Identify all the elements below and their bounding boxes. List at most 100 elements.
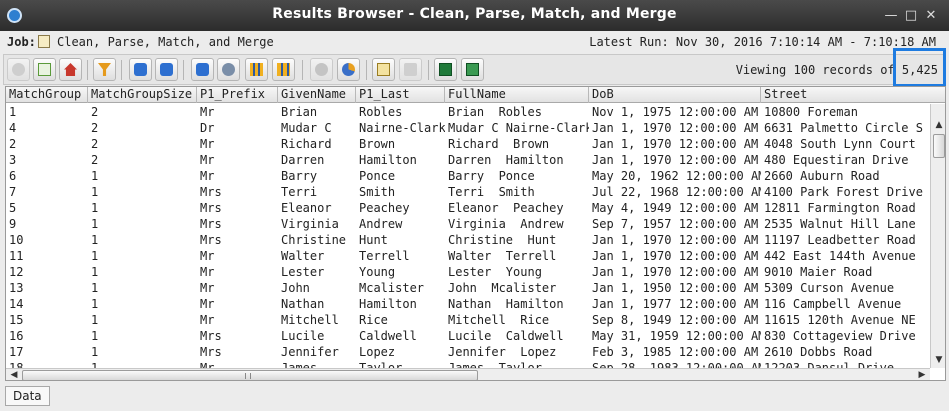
column-header[interactable]: P1_Last [356,87,445,103]
table-cell: John [281,281,310,295]
table-row[interactable]: 7 1 Mrs Terri Smith Terri Smith Jul 22, 1968 1… [6,184,930,200]
database-info-icon[interactable] [191,58,214,81]
table-row[interactable]: 4 2 Dr Mudar C Nairne-Clark Mudar C Nairne-Cl… [6,120,930,136]
table-cell: Brian [281,105,318,119]
table-cell: May 20, 1962 12:00:00 AM [592,169,761,183]
add-database-icon[interactable] [129,58,152,81]
notes-icon[interactable] [372,58,395,81]
table-cell: Smith [359,185,396,199]
table-cell: Terrell [359,249,410,263]
export-database-icon[interactable] [155,58,178,81]
table-cell: Mr [200,105,215,119]
table-row[interactable]: 9 1 Mrs Virginia Andrew Virginia Andrew Sep 7,… [6,216,930,232]
table-cell: Young [359,265,396,279]
table-cell: 1 [91,313,99,327]
column-header[interactable]: MatchGroup [6,87,88,103]
column-header[interactable]: P1_Prefix [197,87,278,103]
table-cell: Mrs [200,217,222,231]
table-row[interactable]: 14 1 Mr Nathan Hamilton Nathan Hamilton Jan 1,… [6,296,930,312]
back-icon[interactable] [7,58,30,81]
table-cell: May 4, 1949 12:00:00 AM [592,201,759,215]
table-cell: Nairne-Clark [359,121,445,135]
table-row[interactable]: 3 2 Mr Darren Hamilton Darren Hamilton Jan 1, … [6,152,930,168]
table-cell: 1 [91,345,99,359]
table-row[interactable]: 18 1 Mr James Taylor James Taylor Sep 28, 1983… [6,360,930,368]
column-header[interactable]: MatchGroupSize [88,87,197,103]
minimize-icon[interactable]: — [883,8,899,24]
table-cell: Christine [281,233,347,247]
chart-icon[interactable] [337,58,360,81]
table-cell: Brian Robles [448,105,542,119]
scroll-down-icon[interactable]: ▼ [932,353,945,367]
table-cell: Caldwell [359,329,417,343]
table-cell: 5 [9,201,17,215]
table-row[interactable]: 15 1 Mr Mitchell Rice Mitchell Rice Sep 8, 194… [6,312,930,328]
refresh-icon[interactable] [33,58,56,81]
stop-icon[interactable] [310,58,333,81]
home-icon[interactable] [59,58,82,81]
vertical-scrollbar[interactable]: ▲ ▼ [930,104,945,368]
table-row[interactable]: 5 1 Mrs Eleanor Peachey Eleanor Peachey May 4,… [6,200,930,216]
table-cell: Jan 1, 1950 12:00:00 AM [592,281,759,295]
table-cell: Jan 1, 1970 12:00:00 AM [592,265,759,279]
table-cell: Lester Young [448,265,542,279]
table-cell: 1 [91,217,99,231]
table-cell: 1 [91,329,99,343]
scroll-up-icon[interactable]: ▲ [932,118,945,132]
horizontal-scrollbar[interactable]: ◀ ▶ [6,368,930,380]
table-cell: Barry [281,169,318,183]
scroll-left-icon[interactable]: ◀ [7,369,21,380]
table-cell: 1 [91,281,99,295]
table-cell: Richard Brown [448,137,550,151]
disabled-icon[interactable] [399,58,422,81]
table-row[interactable]: 13 1 Mr John Mcalister John Mcalister Jan 1, 1… [6,280,930,296]
table-cell: Jennifer Lopez [448,345,557,359]
table-cell: 5309 Curson Avenue [764,281,895,295]
horizontal-scroll-thumb[interactable] [22,370,478,380]
table-row[interactable]: 11 1 Mr Walter Terrell Walter Terrell Jan 1, 1… [6,248,930,264]
table-row[interactable]: 10 1 Mrs Christine Hunt Christine Hunt Jan 1, … [6,232,930,248]
table-row[interactable]: 16 1 Mrs Lucile Caldwell Lucile Caldwell May 3… [6,328,930,344]
column-header[interactable]: GivenName [278,87,356,103]
table-cell: 16 [9,329,24,343]
table-cell: 12 [9,265,24,279]
table-cell: 1 [91,169,99,183]
table-cell: Barry Ponce [448,169,535,183]
table-cell: Sep 28, 1983 12:00:00 AM [592,361,761,368]
table-cell: Mrs [200,185,222,199]
results-table[interactable]: MatchGroup MatchGroupSize P1_Prefix Give… [5,86,946,381]
table-cell: 12203 Dansul Drive [764,361,895,368]
table-row[interactable]: 12 1 Mr Lester Young Lester Young Jan 1, 1970 … [6,264,930,280]
excel-icon[interactable] [434,58,457,81]
column-header[interactable]: FullName [445,87,589,103]
table-cell: 2535 Walnut Hill Lane [764,217,916,231]
table-cell: 6 [9,169,17,183]
vertical-scroll-thumb[interactable] [933,134,945,158]
filter-icon[interactable] [93,58,116,81]
table-cell: Mr [200,265,215,279]
table-row[interactable]: 1 2 Mr Brian Robles Brian Robles Nov 1, 1975 1… [6,104,930,120]
scroll-right-icon[interactable]: ▶ [915,369,929,380]
table-cell: 1 [91,361,99,368]
table-cell: 7 [9,185,17,199]
table-cell: Mrs [200,233,222,247]
table-cell: Jul 22, 1968 12:00:00 AM [592,185,761,199]
table-row[interactable]: 2 2 Mr Richard Brown Richard Brown Jan 1, 1970… [6,136,930,152]
table-cell: Walter [281,249,325,263]
table-cell: James Taylor [448,361,542,368]
table-cell: 2660 Auburn Road [764,169,880,183]
column-header[interactable]: Street [761,87,945,103]
table-cell: Hunt [359,233,388,247]
columns-icon[interactable] [245,58,268,81]
columns-edit-icon[interactable] [272,58,295,81]
settings-icon[interactable] [217,58,240,81]
table-row[interactable]: 17 1 Mrs Jennifer Lopez Jennifer Lopez Feb 3, … [6,344,930,360]
table-cell: 6631 Palmetto Circle S [764,121,923,135]
close-icon[interactable]: ✕ [923,8,939,24]
table-cell: 4048 South Lynn Court [764,137,916,151]
excel-export-icon[interactable] [461,58,484,81]
tab-data[interactable]: Data [5,386,50,406]
maximize-icon[interactable]: □ [903,8,919,24]
table-row[interactable]: 6 1 Mr Barry Ponce Barry Ponce May 20, 1962 12… [6,168,930,184]
column-header[interactable]: DoB [589,87,761,103]
